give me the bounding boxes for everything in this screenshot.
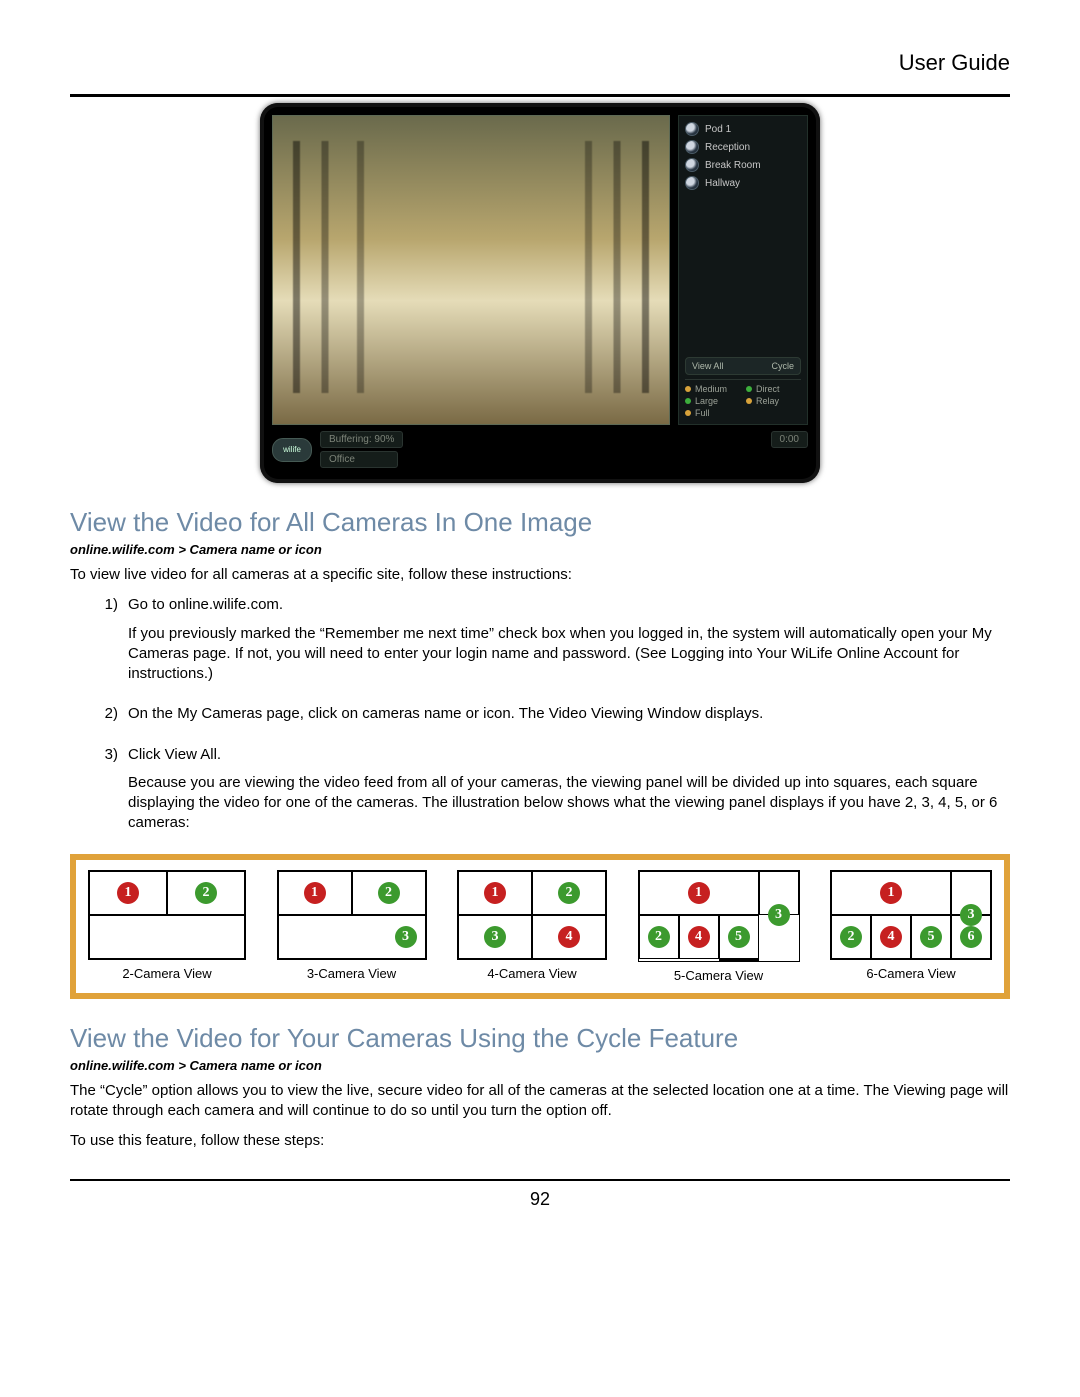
status-bar: wilife Buffering: 90% 0:00 Office [272, 431, 808, 468]
circle-1-icon: 1 [880, 882, 902, 904]
circle-2-icon: 2 [195, 882, 217, 904]
circle-4-icon: 4 [880, 926, 902, 948]
page-header: User Guide [70, 50, 1010, 76]
buffering-status: Buffering: 90% [320, 431, 403, 448]
camera-icon [685, 122, 699, 136]
cycle-button[interactable]: Cycle [771, 361, 794, 371]
options-grid: Medium Direct Large Relay Full [685, 379, 801, 418]
cycle-paragraph-2: To use this feature, follow these steps: [70, 1131, 1010, 1151]
circle-1-icon: 1 [117, 882, 139, 904]
option-relay[interactable]: Relay [746, 396, 801, 406]
camera-label: Break Room [705, 160, 761, 171]
circle-2-icon: 2 [648, 926, 670, 948]
circle-1-icon: 1 [484, 882, 506, 904]
document-page: User Guide Pod 1 Reception Break Room Ha… [0, 0, 1080, 1240]
camera-list-item[interactable]: Pod 1 [685, 122, 801, 136]
circle-2-icon: 2 [378, 882, 400, 904]
step-lead: On the My Cameras page, click on cameras… [128, 704, 1010, 724]
camera-icon [685, 158, 699, 172]
section-title-all-cameras: View the Video for All Cameras In One Im… [70, 507, 1010, 538]
radio-icon [685, 410, 691, 416]
step-number: 3) [70, 745, 118, 842]
circle-4-icon: 4 [558, 926, 580, 948]
option-full[interactable]: Full [685, 408, 740, 418]
grid-4-camera: 1 2 3 4 [457, 870, 607, 960]
grid-5-camera: 1 2 4 5 3 [638, 870, 800, 962]
radio-icon [746, 398, 752, 404]
breadcrumb-path: online.wilife.com > Camera name or icon [70, 1058, 1010, 1073]
view-block-4: 1 2 3 4 4-Camera View [457, 870, 607, 983]
circle-2-icon: 2 [840, 926, 862, 948]
view-block-6: 1 2 4 5 3 6 6-Camera View [830, 870, 992, 983]
option-medium[interactable]: Medium [685, 384, 740, 394]
camera-label: Reception [705, 142, 750, 153]
view-label: 4-Camera View [487, 966, 576, 981]
time-status: 0:00 [771, 431, 808, 448]
step-3: 3) Click View All. Because you are viewi… [70, 745, 1010, 842]
view-block-5: 1 2 4 5 3 5-Camera View [638, 870, 800, 983]
circle-3-icon: 3 [484, 926, 506, 948]
video-preview-pane [272, 115, 670, 425]
location-status: Office [320, 451, 398, 468]
page-number: 92 [70, 1189, 1010, 1210]
radio-icon [685, 398, 691, 404]
cycle-paragraph-1: The “Cycle” option allows you to view th… [70, 1081, 1010, 1122]
section-title-cycle: View the Video for Your Cameras Using th… [70, 1023, 1010, 1054]
footer-rule [70, 1179, 1010, 1181]
circle-1-icon: 1 [688, 882, 710, 904]
step-1: 1) Go to online.wilife.com. If you previ… [70, 595, 1010, 692]
intro-text: To view live video for all cameras at a … [70, 565, 1010, 585]
camera-icon [685, 176, 699, 190]
view-label: 2-Camera View [122, 966, 211, 981]
camera-list-item[interactable]: Hallway [685, 176, 801, 190]
monitor-frame: Pod 1 Reception Break Room Hallway View … [260, 103, 820, 483]
step-2: 2) On the My Cameras page, click on came… [70, 704, 1010, 732]
radio-icon [746, 386, 752, 392]
grid-2-camera: 1 2 [88, 870, 246, 960]
circle-3-icon: 3 [960, 904, 982, 926]
circle-5-icon: 5 [728, 926, 750, 948]
step-number: 2) [70, 704, 118, 732]
grid-6-camera: 1 2 4 5 3 6 [830, 870, 992, 960]
header-rule [70, 94, 1010, 97]
circle-3-icon: 3 [395, 926, 417, 948]
step-lead: Click View All. [128, 745, 1010, 765]
circle-5-icon: 5 [920, 926, 942, 948]
circle-4-icon: 4 [688, 926, 710, 948]
instruction-list: 1) Go to online.wilife.com. If you previ… [70, 595, 1010, 841]
view-label: 5-Camera View [674, 968, 763, 983]
camera-label: Pod 1 [705, 124, 731, 135]
step-text: If you previously marked the “Remember m… [128, 624, 1010, 685]
camera-label: Hallway [705, 178, 740, 189]
view-label: 3-Camera View [307, 966, 396, 981]
circle-6-icon: 6 [960, 926, 982, 948]
circle-2-icon: 2 [558, 882, 580, 904]
app-screenshot-wrap: Pod 1 Reception Break Room Hallway View … [70, 103, 1010, 483]
view-label: 6-Camera View [866, 966, 955, 981]
app-screen: Pod 1 Reception Break Room Hallway View … [272, 115, 808, 425]
camera-icon [685, 140, 699, 154]
grid-3-camera: 1 2 3 [277, 870, 427, 960]
breadcrumb-path: online.wilife.com > Camera name or icon [70, 542, 1010, 557]
camera-side-panel: Pod 1 Reception Break Room Hallway View … [678, 115, 808, 425]
camera-list-item[interactable]: Break Room [685, 158, 801, 172]
camera-views-diagram: 1 2 2-Camera View 1 2 3 3-Camera View 1 … [70, 854, 1010, 999]
view-all-button[interactable]: View All [692, 361, 723, 371]
wilife-logo: wilife [272, 438, 312, 462]
view-toggle[interactable]: View All Cycle [685, 357, 801, 375]
radio-icon [685, 386, 691, 392]
option-large[interactable]: Large [685, 396, 740, 406]
step-lead: Go to online.wilife.com. [128, 595, 1010, 615]
option-direct[interactable]: Direct [746, 384, 801, 394]
circle-3-icon: 3 [768, 904, 790, 926]
view-block-2: 1 2 2-Camera View [88, 870, 246, 983]
view-block-3: 1 2 3 3-Camera View [277, 870, 427, 983]
step-text: Because you are viewing the video feed f… [128, 773, 1010, 834]
camera-list-item[interactable]: Reception [685, 140, 801, 154]
circle-1-icon: 1 [304, 882, 326, 904]
step-number: 1) [70, 595, 118, 692]
